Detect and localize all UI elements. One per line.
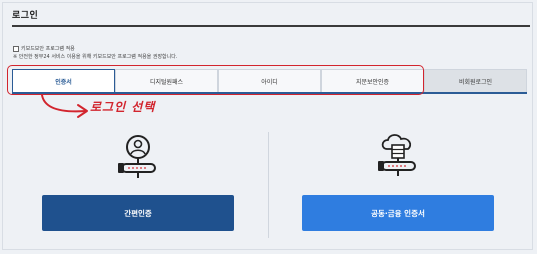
security-notice: ※ 안전한 정부24 서비스 이용을 위해 키보드보안 프로그램 적용을 권장합… xyxy=(13,54,178,60)
page-title: 로그인 xyxy=(12,11,39,21)
user-key-icon xyxy=(118,135,156,178)
keyboard-security-option[interactable]: 키보드보안 프로그램 적용 xyxy=(13,45,75,52)
simple-auth-button[interactable]: 간편인증 xyxy=(42,195,234,231)
title-divider xyxy=(12,25,530,27)
cloud-key-icon xyxy=(378,134,416,176)
section-divider xyxy=(268,132,269,238)
keyboard-security-label: 키보드보안 프로그램 적용 xyxy=(21,46,75,52)
keyboard-security-checkbox[interactable] xyxy=(13,45,19,52)
annotation-label: 로그인 선택 xyxy=(90,100,156,114)
joint-cert-button[interactable]: 공동·금융 인증서 xyxy=(302,195,494,231)
tab-highlight-box xyxy=(7,65,424,95)
tab-guest-login[interactable]: 비회원로그인 xyxy=(424,69,527,92)
